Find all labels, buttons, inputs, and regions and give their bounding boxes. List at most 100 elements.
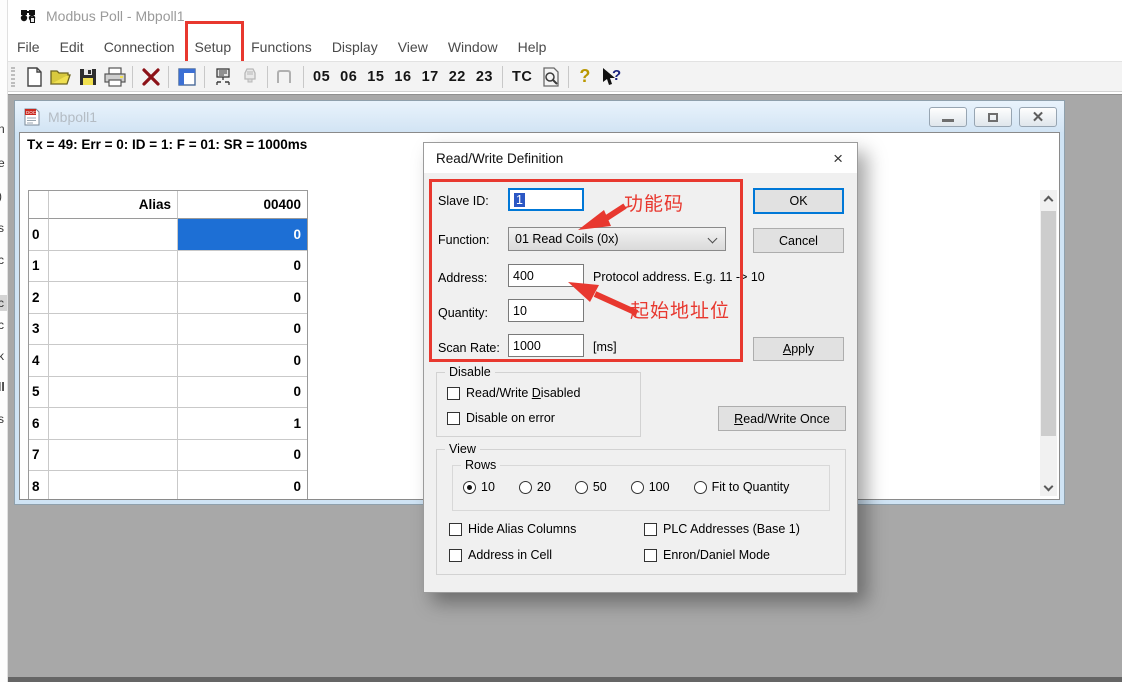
context-help-button[interactable]: ?	[596, 64, 623, 90]
row-number[interactable]: 7	[29, 440, 49, 472]
read-write-disabled-checkbox[interactable]: Read/Write Disabled	[447, 386, 580, 400]
menu-functions[interactable]: Functions	[250, 37, 313, 57]
alias-cell[interactable]	[49, 377, 178, 409]
connect-button[interactable]	[209, 64, 236, 90]
doc-minimize-button[interactable]	[929, 107, 967, 127]
function-23-button[interactable]: 23	[471, 67, 498, 87]
scan-rate-input[interactable]: 1000	[508, 334, 584, 357]
value-cell[interactable]: 0	[178, 440, 307, 472]
open-file-button[interactable]	[47, 64, 74, 90]
grid-corner-cell[interactable]	[29, 191, 49, 219]
radio-selected-icon	[463, 481, 476, 494]
rows-10-label: 10	[481, 480, 495, 494]
row-number[interactable]: 4	[29, 345, 49, 377]
toolbar-separator	[303, 66, 304, 88]
menu-view[interactable]: View	[397, 37, 429, 57]
address-input[interactable]: 400	[508, 264, 584, 287]
delete-x-button[interactable]	[137, 64, 164, 90]
row-number[interactable]: 5	[29, 377, 49, 409]
row-number[interactable]: 6	[29, 408, 49, 440]
menu-help[interactable]: Help	[517, 37, 548, 57]
scroll-up-button[interactable]	[1040, 190, 1057, 206]
background-window-sliver: n e ) s c c c k ll s l	[0, 0, 8, 682]
checkbox-icon	[449, 549, 462, 562]
hide-alias-columns-checkbox[interactable]: Hide Alias Columns	[449, 522, 576, 536]
value-cell[interactable]: 0	[178, 471, 307, 500]
rows-10-radio[interactable]: 10	[463, 480, 495, 494]
value-cell[interactable]: 0	[178, 345, 307, 377]
dialog-titlebar[interactable]: Read/Write Definition ×	[424, 143, 857, 173]
function-16-button[interactable]: 16	[389, 67, 416, 87]
value-cell[interactable]: 0	[178, 314, 307, 346]
function-06-button[interactable]: 06	[335, 67, 362, 87]
alias-cell[interactable]	[49, 408, 178, 440]
cancel-button[interactable]: Cancel	[753, 228, 844, 253]
rows-100-radio[interactable]: 100	[631, 480, 670, 494]
doc-titlebar[interactable]: DOC Mbpoll1 ✕	[15, 101, 1064, 132]
vertical-scrollbar[interactable]	[1040, 190, 1057, 496]
communication-traffic-button[interactable]	[537, 64, 564, 90]
row-number[interactable]: 1	[29, 251, 49, 283]
doc-window-buttons: ✕	[929, 107, 1057, 127]
enron-daniel-mode-checkbox[interactable]: Enron/Daniel Mode	[644, 548, 770, 562]
menu-connection[interactable]: Connection	[103, 37, 176, 57]
alias-cell[interactable]	[49, 440, 178, 472]
function-22-button[interactable]: 22	[444, 67, 471, 87]
doc-title: Mbpoll1	[48, 109, 97, 125]
single-poll-button[interactable]	[272, 64, 299, 90]
rows-20-radio[interactable]: 20	[519, 480, 551, 494]
menu-setup[interactable]: Setup	[194, 37, 233, 57]
test-center-button[interactable]: TC	[507, 67, 537, 87]
menu-display[interactable]: Display	[331, 37, 379, 57]
alias-cell[interactable]	[49, 282, 178, 314]
function-15-button[interactable]: 15	[362, 67, 389, 87]
menu-window[interactable]: Window	[447, 37, 499, 57]
fit-to-quantity-radio[interactable]: Fit to Quantity	[694, 480, 790, 494]
print-button[interactable]	[101, 64, 128, 90]
alias-cell[interactable]	[49, 471, 178, 500]
save-button[interactable]	[74, 64, 101, 90]
alias-cell[interactable]	[49, 251, 178, 283]
disconnect-button[interactable]	[236, 64, 263, 90]
scrollbar-thumb[interactable]	[1041, 211, 1056, 436]
grid-alias-header[interactable]: Alias	[49, 191, 178, 219]
value-cell-selected[interactable]: 0	[178, 219, 307, 251]
function-17-button[interactable]: 17	[417, 67, 444, 87]
scroll-down-button[interactable]	[1040, 480, 1057, 496]
display-setup-button[interactable]	[173, 64, 200, 90]
menu-file[interactable]: File	[16, 37, 41, 57]
quantity-input[interactable]: 10	[508, 299, 584, 322]
alias-cell[interactable]	[49, 345, 178, 377]
plc-addresses-checkbox[interactable]: PLC Addresses (Base 1)	[644, 522, 800, 536]
row-number[interactable]: 2	[29, 282, 49, 314]
about-help-button[interactable]: ?	[573, 66, 596, 87]
alias-cell[interactable]	[49, 219, 178, 251]
grid-row: 7 0	[29, 440, 307, 472]
app-titlebar[interactable]: Modbus Poll - Mbpoll1	[8, 0, 1122, 32]
read-write-once-button[interactable]: Read/Write Once	[718, 406, 846, 431]
row-number[interactable]: 0	[29, 219, 49, 251]
row-number[interactable]: 3	[29, 314, 49, 346]
value-cell[interactable]: 0	[178, 377, 307, 409]
value-cell[interactable]: 0	[178, 251, 307, 283]
function-05-button[interactable]: 05	[308, 67, 335, 87]
value-cell[interactable]: 1	[178, 408, 307, 440]
toolbar-grip[interactable]	[11, 67, 15, 87]
alias-cell[interactable]	[49, 314, 178, 346]
menu-edit[interactable]: Edit	[59, 37, 85, 57]
grid-value-header[interactable]: 00400	[178, 191, 307, 219]
address-in-cell-checkbox[interactable]: Address in Cell	[449, 548, 552, 562]
slave-id-input[interactable]: 1	[508, 188, 584, 211]
disable-on-error-checkbox[interactable]: Disable on error	[447, 411, 555, 425]
function-dropdown[interactable]: 01 Read Coils (0x)	[508, 227, 726, 251]
doc-restore-button[interactable]	[974, 107, 1012, 127]
value-cell[interactable]: 0	[178, 282, 307, 314]
dialog-close-button[interactable]: ×	[831, 150, 845, 167]
row-number[interactable]: 8	[29, 471, 49, 500]
printer-icon	[103, 67, 127, 87]
rows-50-radio[interactable]: 50	[575, 480, 607, 494]
doc-close-button[interactable]: ✕	[1019, 107, 1057, 127]
apply-button[interactable]: Apply	[753, 337, 844, 361]
ok-button[interactable]: OK	[753, 188, 844, 214]
new-file-button[interactable]	[20, 64, 47, 90]
